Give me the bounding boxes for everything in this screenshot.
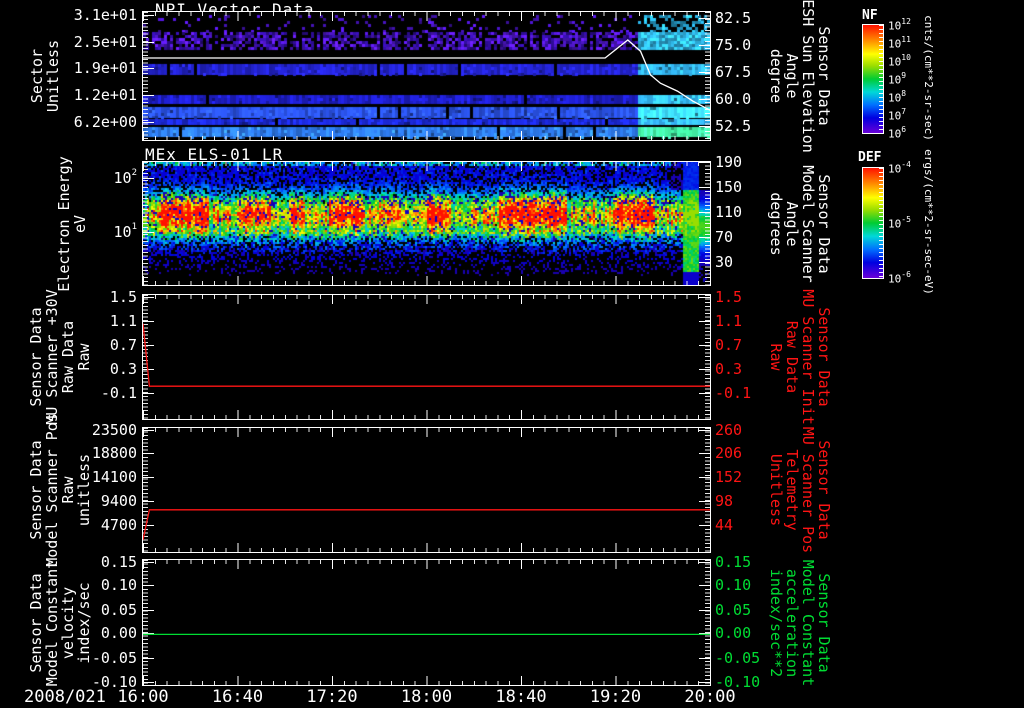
y-major-tick (699, 212, 710, 213)
y-major-tick (699, 162, 710, 163)
npi-plot-frame (142, 11, 711, 141)
def-colorbar-title: DEF (858, 150, 882, 165)
colorbar-tick-label: 1012 (888, 17, 911, 33)
y-major-tick (143, 178, 154, 179)
series-overlay (143, 633, 710, 636)
right-axis-label: Sensor Data Model Constant acceleration … (767, 559, 833, 686)
colorbar-tick-label: 106 (888, 125, 907, 141)
colorbar-tick-label: 109 (888, 71, 907, 87)
y-major-tick (699, 187, 710, 188)
nf-colorbar-ticks (879, 25, 883, 133)
els-spectrogram-canvas (143, 162, 710, 285)
colorbar-tick-label: 1011 (888, 35, 911, 51)
nf-colorbar-units: cnts/(cm**2-sr-sec) (922, 15, 935, 141)
def-colorbar-units: ergs/(cm**2-sr-sec-eV) (922, 149, 935, 295)
y-major-tick (699, 237, 710, 238)
def-colorbar-ticks (879, 168, 883, 278)
model-scanner-pos-raw-line (143, 509, 710, 541)
y-tick-label: 3.1e+01 (73, 5, 137, 24)
y-major-tick (143, 232, 154, 233)
left-axis-label: Sensor Data Model Constant velocity inde… (27, 559, 93, 686)
time-tick-label: 16:40 (211, 687, 264, 707)
colorbar-tick-label: 108 (888, 89, 907, 105)
mu-scanner-plus-30v-raw-line (143, 323, 710, 387)
time-tick-label: 17:20 (306, 687, 358, 707)
series-overlay (143, 323, 710, 387)
y-tick-label: 2.5e+01 (73, 32, 137, 51)
model-constant-plot-frame (142, 559, 711, 686)
time-tick-label: 16:00 (117, 687, 169, 707)
science-plot-screen: NPI Vector Data MEx ELS-01 LR NF DEF cnt… (0, 0, 1024, 708)
colorbar-tick-label: 107 (888, 107, 907, 123)
y-major-tick (699, 262, 710, 263)
series-overlay (143, 509, 710, 541)
nf-colorbar (862, 24, 884, 134)
esh-sun-elevation-angle-line (143, 39, 710, 111)
colorbar-tick-label: 10-6 (888, 270, 911, 286)
y-tick-label: 1.9e+01 (73, 59, 137, 78)
nf-colorbar-title: NF (862, 8, 878, 23)
mu-scanner-plot-frame (142, 294, 711, 420)
time-tick-label: 18:40 (495, 687, 547, 707)
def-colorbar (862, 167, 884, 279)
colorbar-tick-label: 1010 (888, 53, 911, 69)
scanner-pos-plot-frame (142, 427, 711, 553)
els-plot-frame (142, 161, 711, 286)
colorbar-tick-label: 10-4 (888, 160, 911, 176)
time-tick-label: 20:00 (684, 687, 736, 707)
axis-minor-ticks (143, 276, 710, 285)
series-overlay (143, 39, 710, 111)
axis-minor-ticks (705, 162, 710, 285)
axis-minor-ticks (143, 162, 148, 285)
colorbar-tick-label: 10-5 (888, 215, 911, 231)
axis-minor-ticks (143, 162, 710, 171)
time-tick-label: 18:00 (400, 687, 453, 707)
time-tick-label: 19:20 (589, 687, 642, 707)
